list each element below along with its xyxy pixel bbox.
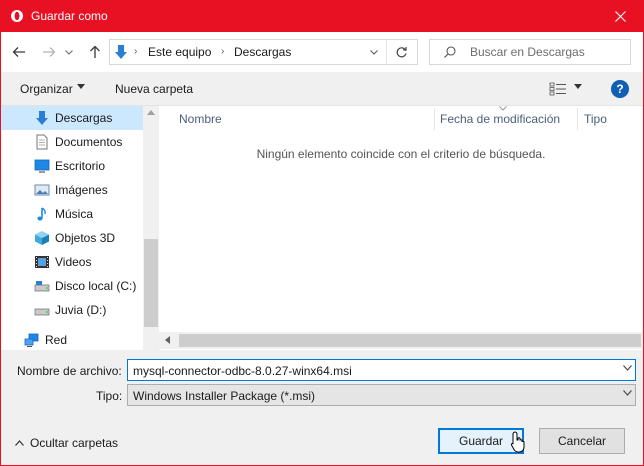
hide-folders-label: Ocultar carpetas — [30, 436, 119, 450]
filename-label: Nombre de archivo: — [17, 364, 122, 378]
column-header-date-modified[interactable]: Fecha de modificación — [440, 112, 560, 126]
download-arrow-icon — [115, 45, 127, 59]
close-icon — [614, 11, 626, 22]
chevron-down-icon — [623, 390, 632, 396]
chevron-down-icon — [370, 49, 378, 55]
column-header-type[interactable]: Tipo — [584, 112, 607, 126]
sidebar-item-downloads[interactable]: Descargas — [1, 106, 143, 130]
sidebar-scroll-thumb[interactable] — [144, 239, 158, 327]
refresh-icon — [396, 46, 407, 57]
address-divider — [386, 40, 387, 64]
type-label: Tipo: — [96, 389, 123, 403]
music-note-icon — [37, 207, 46, 221]
mouse-pointer-icon — [510, 431, 525, 453]
empty-message: Ningún elemento coincide con el criterio… — [256, 147, 546, 161]
pictures-icon — [34, 184, 50, 196]
cancel-button[interactable]: Cancelar — [539, 428, 625, 454]
opera-logo-icon — [11, 10, 23, 22]
forward-button[interactable] — [39, 42, 59, 62]
back-button[interactable] — [9, 42, 29, 62]
film-icon — [35, 256, 49, 268]
hide-folders-toggle[interactable]: Ocultar carpetas — [15, 436, 118, 450]
sidebar-item-label: Música — [55, 207, 94, 221]
save-as-dialog: Guardar como › Este equipo › Descargas B… — [0, 0, 644, 466]
sidebar-item-label: Imágenes — [55, 183, 108, 197]
refresh-button[interactable] — [391, 43, 411, 61]
up-button[interactable] — [85, 42, 105, 62]
sidebar-item-label: Escritorio — [55, 159, 106, 173]
breadcrumb-downloads[interactable]: Descargas — [234, 45, 291, 59]
sidebar-scrollbar[interactable] — [143, 106, 159, 350]
search-box[interactable]: Buscar en Descargas — [429, 39, 631, 65]
new-folder-button[interactable]: Nueva carpeta — [115, 82, 193, 96]
chevron-down-icon — [65, 49, 73, 55]
sidebar-item-3d-objects[interactable]: Objetos 3D — [1, 226, 143, 250]
sort-caret-icon — [499, 106, 507, 111]
sidebar-item-pictures[interactable]: Imágenes — [1, 178, 143, 202]
sidebar-item-local-disk-c[interactable]: Disco local (C:) — [1, 274, 143, 298]
horizontal-scroll-thumb[interactable] — [179, 334, 641, 347]
caret-down-icon — [77, 84, 85, 89]
address-bar[interactable]: › Este equipo › Descargas — [109, 39, 418, 65]
filename-input[interactable]: mysql-connector-odbc-8.0.27-winx64.msi — [127, 359, 636, 381]
save-options-panel: Nombre de archivo: mysql-connector-odbc-… — [1, 350, 643, 465]
sidebar-item-music[interactable]: Música — [1, 202, 143, 226]
chevron-up-icon — [15, 440, 24, 446]
command-toolbar: Organizar Nueva carpeta ? — [1, 72, 643, 106]
breadcrumb-this-pc[interactable]: Este equipo — [148, 45, 211, 59]
column-divider[interactable] — [577, 108, 578, 130]
breadcrumb-separator-icon: › — [134, 46, 138, 57]
organize-button[interactable]: Organizar — [20, 82, 73, 96]
horizontal-scrollbar[interactable] — [159, 332, 643, 349]
title-bar[interactable]: Guardar como — [1, 1, 643, 32]
sidebar-item-label: Disco local (C:) — [55, 279, 137, 293]
desktop-icon — [34, 159, 50, 173]
chevron-down-icon[interactable] — [623, 365, 632, 371]
sidebar-item-network[interactable]: Red — [1, 328, 143, 350]
scroll-left-arrow-icon[interactable] — [165, 336, 170, 344]
download-arrow-icon — [36, 111, 48, 125]
sidebar-item-label: Juvia (D:) — [55, 303, 107, 317]
view-details-icon[interactable] — [549, 82, 567, 96]
cube-3d-icon — [35, 231, 49, 245]
sidebar-item-label: Descargas — [55, 111, 113, 125]
document-icon — [36, 134, 48, 150]
search-placeholder: Buscar en Descargas — [470, 45, 585, 59]
drive-icon — [34, 308, 50, 316]
recent-locations-button[interactable] — [63, 42, 75, 62]
file-list: Nombre Fecha de modificación Tipo Ningún… — [159, 106, 643, 350]
navigation-bar: › Este equipo › Descargas Buscar en Desc… — [1, 32, 643, 72]
sidebar-item-label: Documentos — [55, 135, 123, 149]
sidebar-item-videos[interactable]: Videos — [1, 250, 143, 274]
sidebar-item-documents[interactable]: Documentos — [1, 130, 143, 154]
column-header-name[interactable]: Nombre — [179, 112, 222, 126]
sidebar-item-desktop[interactable]: Escritorio — [1, 154, 143, 178]
arrow-right-icon — [43, 47, 56, 57]
drive-icon — [34, 281, 50, 292]
file-type-select[interactable]: Windows Installer Package (*.msi) — [127, 384, 636, 406]
scroll-up-arrow-icon[interactable] — [147, 110, 155, 115]
file-type-value: Windows Installer Package (*.msi) — [133, 389, 316, 403]
breadcrumb-separator-icon: › — [221, 46, 225, 57]
arrow-up-icon — [90, 45, 100, 58]
help-button[interactable]: ? — [611, 80, 629, 98]
filename-value: mysql-connector-odbc-8.0.27-winx64.msi — [133, 364, 352, 378]
close-button[interactable] — [597, 1, 643, 32]
sidebar-item-label: Videos — [55, 255, 92, 269]
navigation-pane: Descargas Documentos Escritorio Imágenes — [1, 106, 159, 350]
window-title: Guardar como — [31, 9, 108, 23]
sidebar-item-label: Red — [45, 333, 68, 347]
search-icon — [444, 46, 456, 58]
sidebar-item-juvia-d[interactable]: Juvia (D:) — [1, 298, 143, 322]
network-icon — [24, 333, 39, 347]
sidebar-item-label: Objetos 3D — [55, 231, 116, 245]
caret-down-icon[interactable] — [574, 84, 582, 89]
address-dropdown-button[interactable] — [366, 44, 382, 60]
column-divider[interactable] — [434, 108, 435, 130]
arrow-left-icon — [12, 47, 25, 57]
